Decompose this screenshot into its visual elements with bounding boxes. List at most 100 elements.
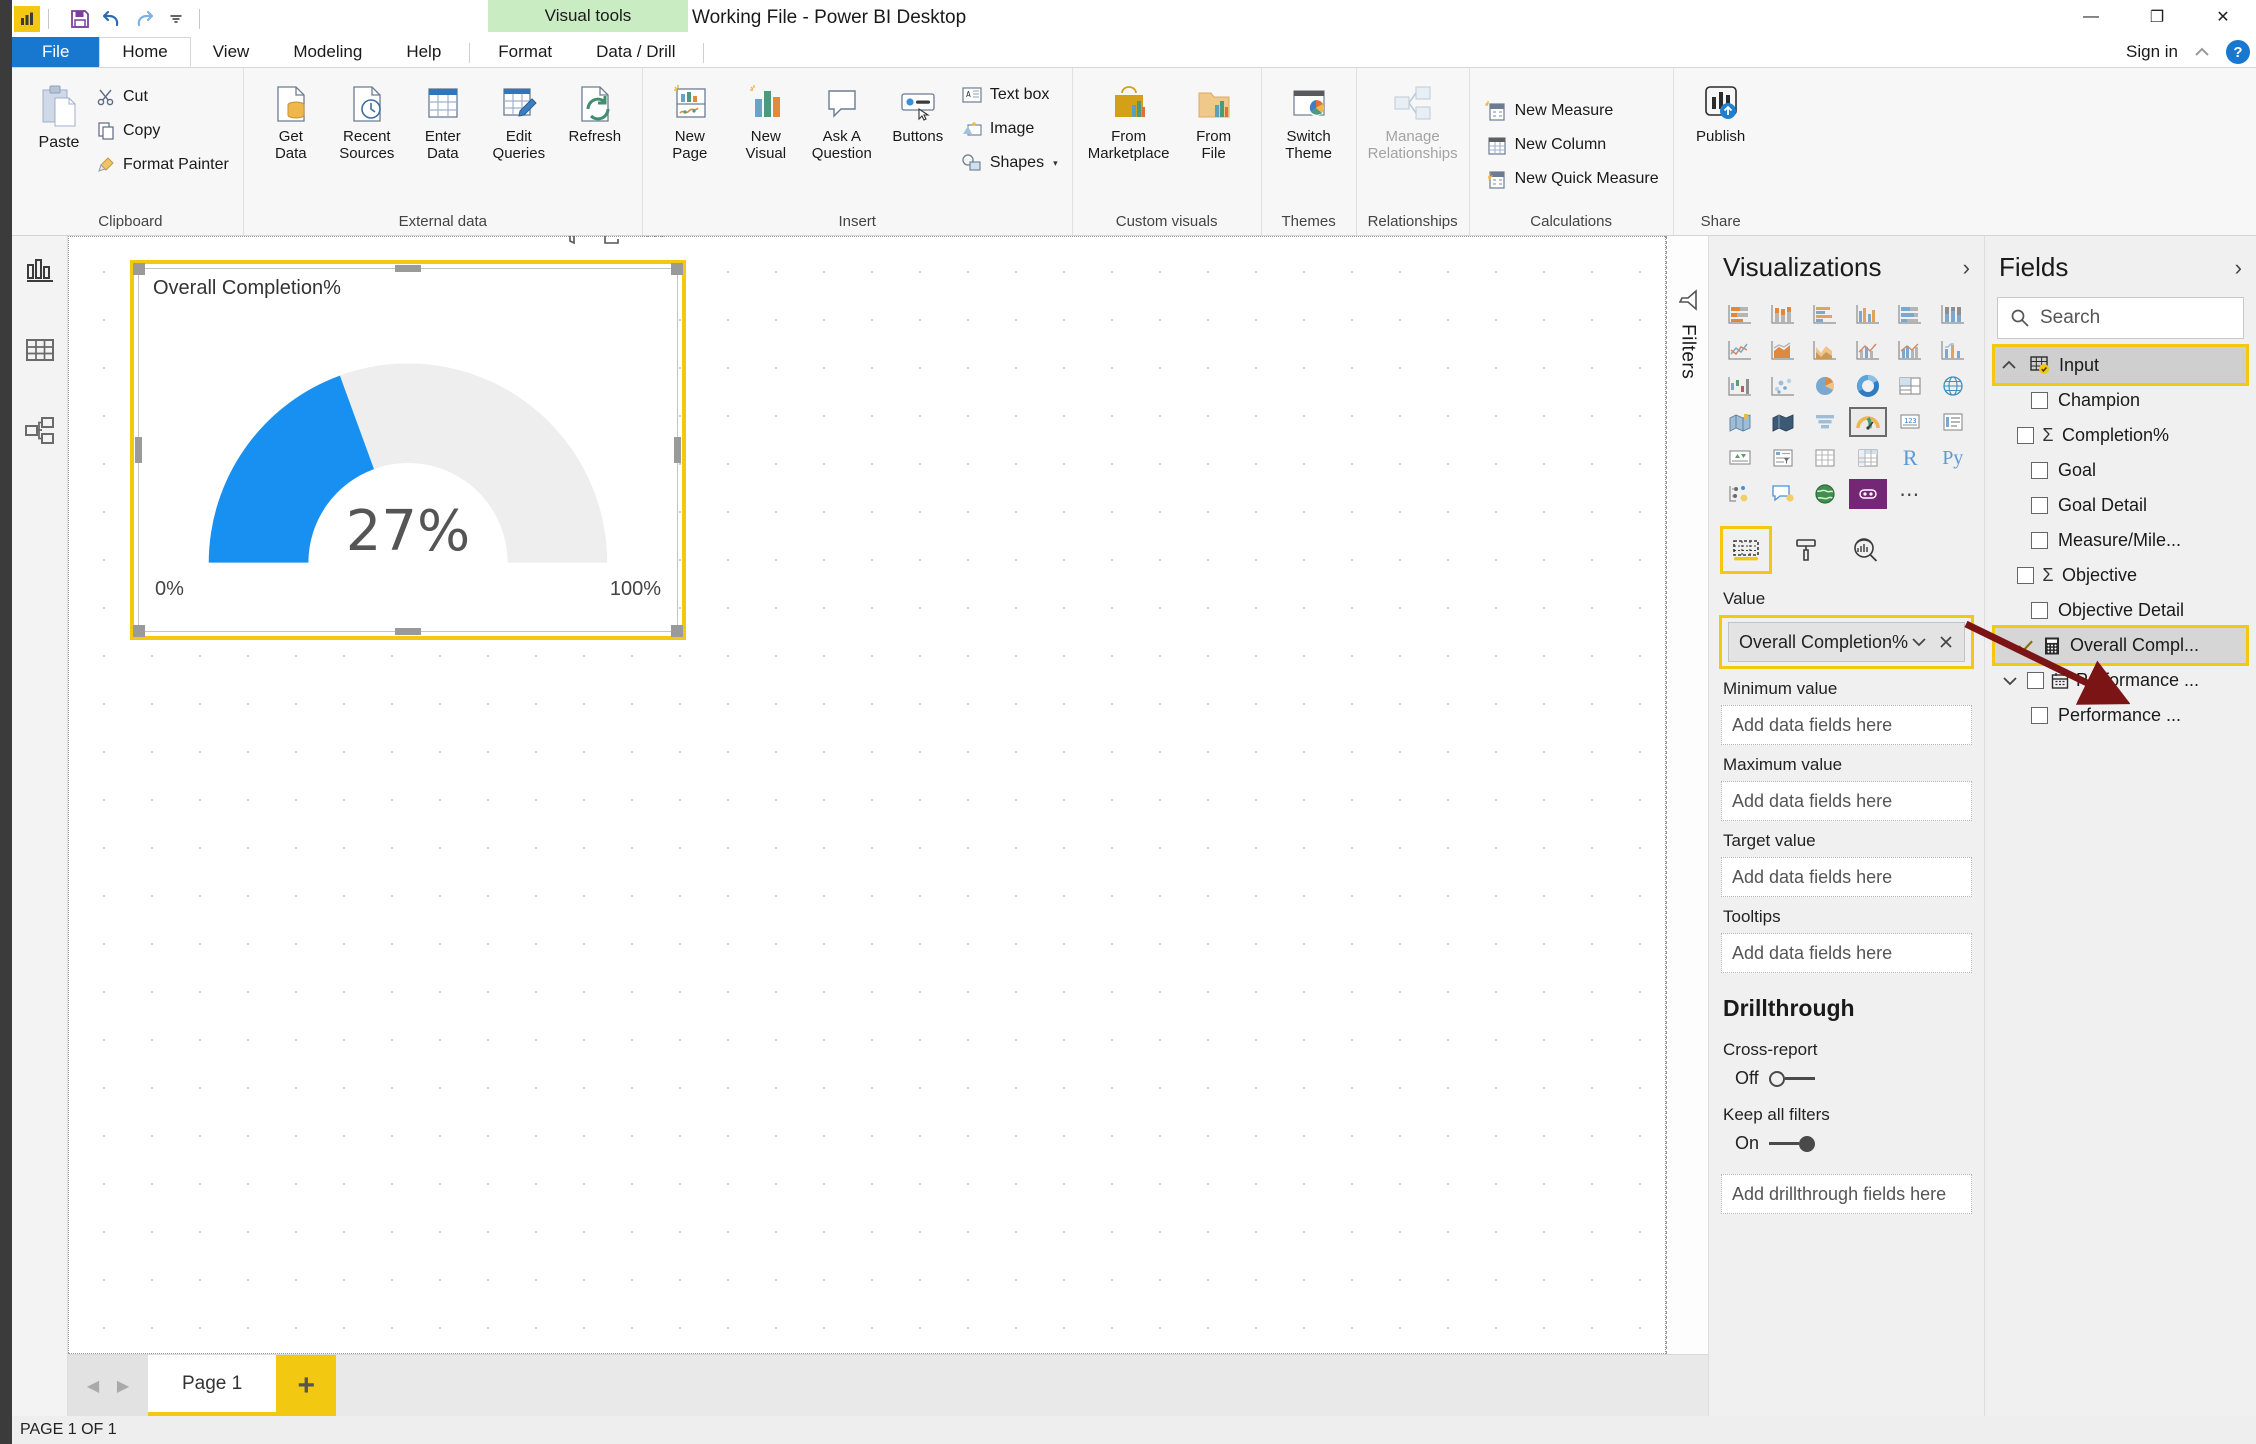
chevron-down-icon[interactable]: ▾ [1053, 158, 1058, 169]
tooltips-well[interactable]: Add data fields here [1721, 933, 1972, 973]
r-script-visual-icon[interactable]: R [1891, 443, 1930, 473]
resize-handle-nw[interactable] [133, 263, 145, 275]
remove-field-icon[interactable] [1938, 634, 1954, 650]
filters-pane-collapsed[interactable]: Filters [1666, 236, 1708, 1354]
switch-theme-button[interactable]: Switch Theme [1272, 76, 1346, 167]
minimum-value-well[interactable]: Add data fields here [1721, 705, 1972, 745]
waterfall-chart-icon[interactable] [1721, 371, 1760, 401]
new-quick-measure-button[interactable]: New Quick Measure [1480, 162, 1663, 196]
publish-button[interactable]: Publish [1684, 76, 1758, 149]
field-checkbox[interactable] [2031, 392, 2048, 409]
stacked-bar-chart-icon[interactable] [1721, 299, 1760, 329]
from-marketplace-button[interactable]: From Marketplace [1083, 76, 1175, 167]
map-icon[interactable] [1934, 371, 1973, 401]
shapes-button[interactable]: Shapes ▾ [957, 146, 1062, 180]
redo-icon[interactable] [129, 5, 159, 33]
close-button[interactable]: ✕ [2190, 0, 2256, 34]
keep-all-filters-toggle[interactable] [1769, 1135, 1816, 1152]
fields-table-input[interactable]: Input [1992, 344, 2249, 386]
focus-mode-icon[interactable] [602, 236, 626, 247]
treemap-icon[interactable] [1891, 371, 1930, 401]
ribbon-chart-icon[interactable] [1934, 335, 1973, 365]
field-checkbox[interactable] [2031, 707, 2048, 724]
field-row-champion[interactable]: Champion [1995, 383, 2246, 418]
line-chart-icon[interactable] [1721, 335, 1760, 365]
format-painter-button[interactable]: Format Painter [92, 148, 233, 182]
field-row-objective[interactable]: Σ Objective [1995, 558, 2246, 593]
resize-handle-sw[interactable] [133, 625, 145, 637]
copy-button[interactable]: Copy [92, 114, 233, 148]
customize-qat-icon[interactable] [161, 5, 191, 33]
power-apps-icon[interactable] [1848, 479, 1887, 509]
field-checkbox[interactable] [2031, 602, 2048, 619]
clustered-bar-chart-icon[interactable] [1806, 299, 1845, 329]
slicer-icon[interactable] [1764, 443, 1803, 473]
filled-map-icon[interactable] [1721, 407, 1760, 437]
stacked-area-chart-icon[interactable] [1806, 335, 1845, 365]
table-icon[interactable] [1806, 443, 1845, 473]
field-row-goal[interactable]: Goal [1995, 453, 2246, 488]
drillthrough-fields-well[interactable]: Add drillthrough fields here [1721, 1174, 1972, 1214]
data-table-icon[interactable] [20, 330, 60, 370]
100-stacked-column-chart-icon[interactable] [1934, 299, 1973, 329]
card-icon[interactable]: 123 [1891, 407, 1930, 437]
line-stacked-column-chart-icon[interactable] [1849, 335, 1888, 365]
field-row-measure-milestone[interactable]: Measure/Mile... [1995, 523, 2246, 558]
scatter-chart-icon[interactable] [1764, 371, 1803, 401]
add-page-button[interactable]: + [276, 1355, 337, 1416]
minimize-button[interactable]: — [2058, 0, 2124, 34]
from-file-button[interactable]: From File [1177, 76, 1251, 167]
key-influencers-icon[interactable] [1721, 479, 1760, 509]
edit-queries-button[interactable]: Edit Queries [482, 76, 556, 167]
cross-report-toggle[interactable] [1768, 1070, 1815, 1087]
ask-question-button[interactable]: Ask A Question [805, 76, 879, 167]
restore-button[interactable]: ❐ [2124, 0, 2190, 34]
new-visual-button[interactable]: New Visual [729, 76, 803, 167]
kpi-icon[interactable] [1721, 443, 1760, 473]
cut-button[interactable]: Cut [92, 80, 233, 114]
value-well[interactable]: Overall Completion% [1728, 622, 1965, 662]
matrix-icon[interactable] [1849, 443, 1888, 473]
chevron-right-icon[interactable]: › [2235, 255, 2242, 281]
more-options-icon[interactable]: ⋯ [644, 236, 668, 248]
field-row-completion-pct[interactable]: Σ Completion% [1995, 418, 2246, 453]
search-input[interactable]: Search [1997, 297, 2244, 339]
pie-chart-icon[interactable] [1806, 371, 1845, 401]
field-row-objective-detail[interactable]: Objective Detail [1995, 593, 2246, 628]
help-icon[interactable]: ? [2226, 40, 2250, 64]
line-clustered-column-chart-icon[interactable] [1891, 335, 1930, 365]
new-page-button[interactable]: New Page [653, 76, 727, 167]
field-row-overall-completion[interactable]: Overall Compl... [1992, 625, 2249, 666]
stacked-column-chart-icon[interactable] [1764, 299, 1803, 329]
field-checkbox[interactable] [2031, 497, 2048, 514]
enter-data-button[interactable]: Enter Data [406, 76, 480, 167]
tab-view[interactable]: View [191, 37, 272, 67]
area-chart-icon[interactable] [1764, 335, 1803, 365]
field-row-performance-2[interactable]: Performance ... [1995, 698, 2246, 733]
maximum-value-well[interactable]: Add data fields here [1721, 781, 1972, 821]
field-row-performance-date[interactable]: Performance ... [1995, 663, 2246, 698]
get-data-button[interactable]: Get Data [254, 76, 328, 167]
arcgis-map-icon[interactable] [1806, 479, 1845, 509]
resize-handle-w[interactable] [135, 437, 142, 463]
tab-file[interactable]: File [12, 37, 100, 67]
resize-handle-se[interactable] [671, 625, 683, 637]
paste-button[interactable]: Paste [28, 76, 90, 152]
save-icon[interactable] [65, 5, 95, 33]
field-checkbox-checked-icon[interactable] [2017, 639, 2034, 653]
chevron-right-icon[interactable]: › [1963, 255, 1970, 281]
gauge-icon[interactable] [1848, 407, 1887, 437]
new-measure-button[interactable]: New Measure [1480, 94, 1663, 128]
resize-handle-ne[interactable] [671, 263, 683, 275]
chevron-left-icon[interactable]: ◀ [80, 1355, 106, 1416]
sign-in-link[interactable]: Sign in [2126, 42, 2178, 62]
report-canvas[interactable]: ⋯ Overall Completion% 27% 0% 100% [68, 236, 1666, 1354]
refresh-button[interactable]: Refresh [558, 76, 632, 149]
field-checkbox[interactable] [2027, 672, 2044, 689]
model-relationship-icon[interactable] [20, 410, 60, 450]
tab-home[interactable]: Home [99, 37, 191, 67]
chevron-up-icon[interactable] [1997, 360, 2021, 371]
donut-chart-icon[interactable] [1849, 371, 1888, 401]
undo-icon[interactable] [97, 5, 127, 33]
analytics-magnifier-icon[interactable] [1843, 529, 1889, 571]
